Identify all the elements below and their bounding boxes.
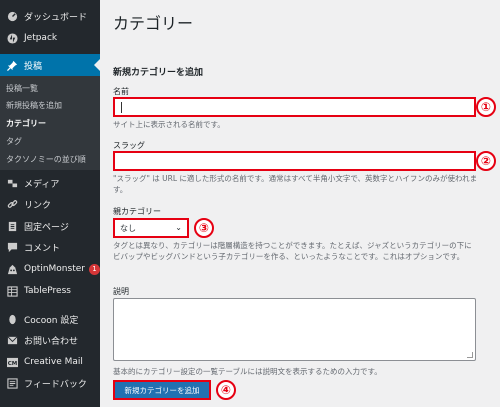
sidebar-item-label: お問い合わせ [24,336,79,347]
sidebar-item-label: ダッシュボード [24,12,88,23]
sidebar-item-label: 投稿 [24,61,43,72]
sidebar-item-creative-mail[interactable]: CM Creative Mail [0,351,100,373]
sidebar-item-cocoon[interactable]: Cocoon 設定 [0,308,100,330]
sidebar-item-label: フィードバック [24,379,87,390]
parent-category-select[interactable]: なし ⌄ [113,218,189,238]
form-heading: 新規カテゴリーを追加 [113,68,204,78]
annotation-marker-2: ② [476,151,496,171]
annotation-marker-3: ③ [194,218,214,238]
name-input[interactable] [113,97,476,117]
table-icon [6,285,18,297]
parent-selected-value: なし [120,223,136,233]
sidebar-item-optinmonster[interactable]: OptinMonster 1 [0,258,100,280]
sidebar-item-label: メディア [24,179,60,190]
notification-badge: 1 [88,263,100,275]
slug-help: "スラッグ" は URL に適した形式の名前です。通常はすべて半角小文字で、英数… [113,174,478,194]
dashboard-icon [6,10,18,22]
sidebar-item-label: OptinMonster [24,264,85,274]
page-icon [6,220,18,232]
submenu-item-taxonomy-order[interactable]: タクソノミーの並び順 [0,151,100,168]
name-help: サイト上に表示される名前です。 [113,120,225,129]
slug-label: スラッグ [113,141,145,150]
media-icon [6,177,18,189]
comment-icon [6,241,18,253]
sidebar-item-links[interactable]: リンク [0,193,100,215]
submenu-item-all-posts[interactable]: 投稿一覧 [0,80,100,97]
slug-input[interactable] [113,151,476,171]
sidebar-item-tablepress[interactable]: TablePress [0,280,100,302]
sidebar-item-jetpack[interactable]: Jetpack [0,27,100,49]
name-label: 名前 [113,87,129,96]
parent-label: 親カテゴリー [113,207,161,216]
jetpack-icon [6,32,18,44]
resize-grip-icon[interactable] [467,352,473,358]
chevron-down-icon: ⌄ [175,223,182,232]
creative-mail-icon: CM [6,356,18,368]
sidebar-item-contact[interactable]: お問い合わせ [0,329,100,351]
submenu-item-tags[interactable]: タグ [0,133,100,150]
sidebar-item-label: 固定ページ [24,222,69,233]
sidebar-item-media[interactable]: メディア [0,172,100,194]
svg-text:CM: CM [7,360,17,366]
pin-icon [6,59,18,71]
sidebar-item-label: Cocoon 設定 [24,315,79,326]
admin-sidebar: ダッシュボード Jetpack 投稿 投稿一覧 新規投稿を追加 カテゴリー タグ… [0,0,100,407]
mail-icon [6,334,18,346]
annotation-marker-4: ④ [216,380,236,400]
sidebar-item-dashboard[interactable]: ダッシュボード [0,5,100,27]
sidebar-item-label: コメント [24,243,61,254]
description-help: 基本的にカテゴリー設定の一覧テーブルには説明文を表示するための入力です。 [113,367,382,376]
parent-help: タグとは異なり、カテゴリーは階層構造を持つことができます。たとえば、ジャズという… [113,241,472,261]
add-category-button[interactable]: 新規カテゴリーを追加 [113,380,211,400]
feedback-icon [6,377,18,389]
sidebar-item-pages[interactable]: 固定ページ [0,215,100,237]
annotation-marker-1: ① [476,97,496,117]
submenu-item-categories[interactable]: カテゴリー [0,115,100,132]
cocoon-icon [6,313,18,325]
sidebar-item-comments[interactable]: コメント [0,236,100,258]
submenu-item-add-new[interactable]: 新規投稿を追加 [0,97,100,114]
sidebar-item-posts[interactable]: 投稿 [0,54,100,76]
optinmonster-icon [6,263,18,275]
description-textarea[interactable] [113,298,476,361]
description-label: 説明 [113,287,129,296]
link-icon [6,198,18,210]
sidebar-item-feedback[interactable]: フィードバック [0,372,100,394]
sidebar-item-label: TablePress [24,286,71,296]
page-title: カテゴリー [113,14,194,33]
sidebar-item-label: Creative Mail [24,357,83,367]
sidebar-item-label: Jetpack [24,33,58,43]
sidebar-item-label: リンク [24,200,52,211]
